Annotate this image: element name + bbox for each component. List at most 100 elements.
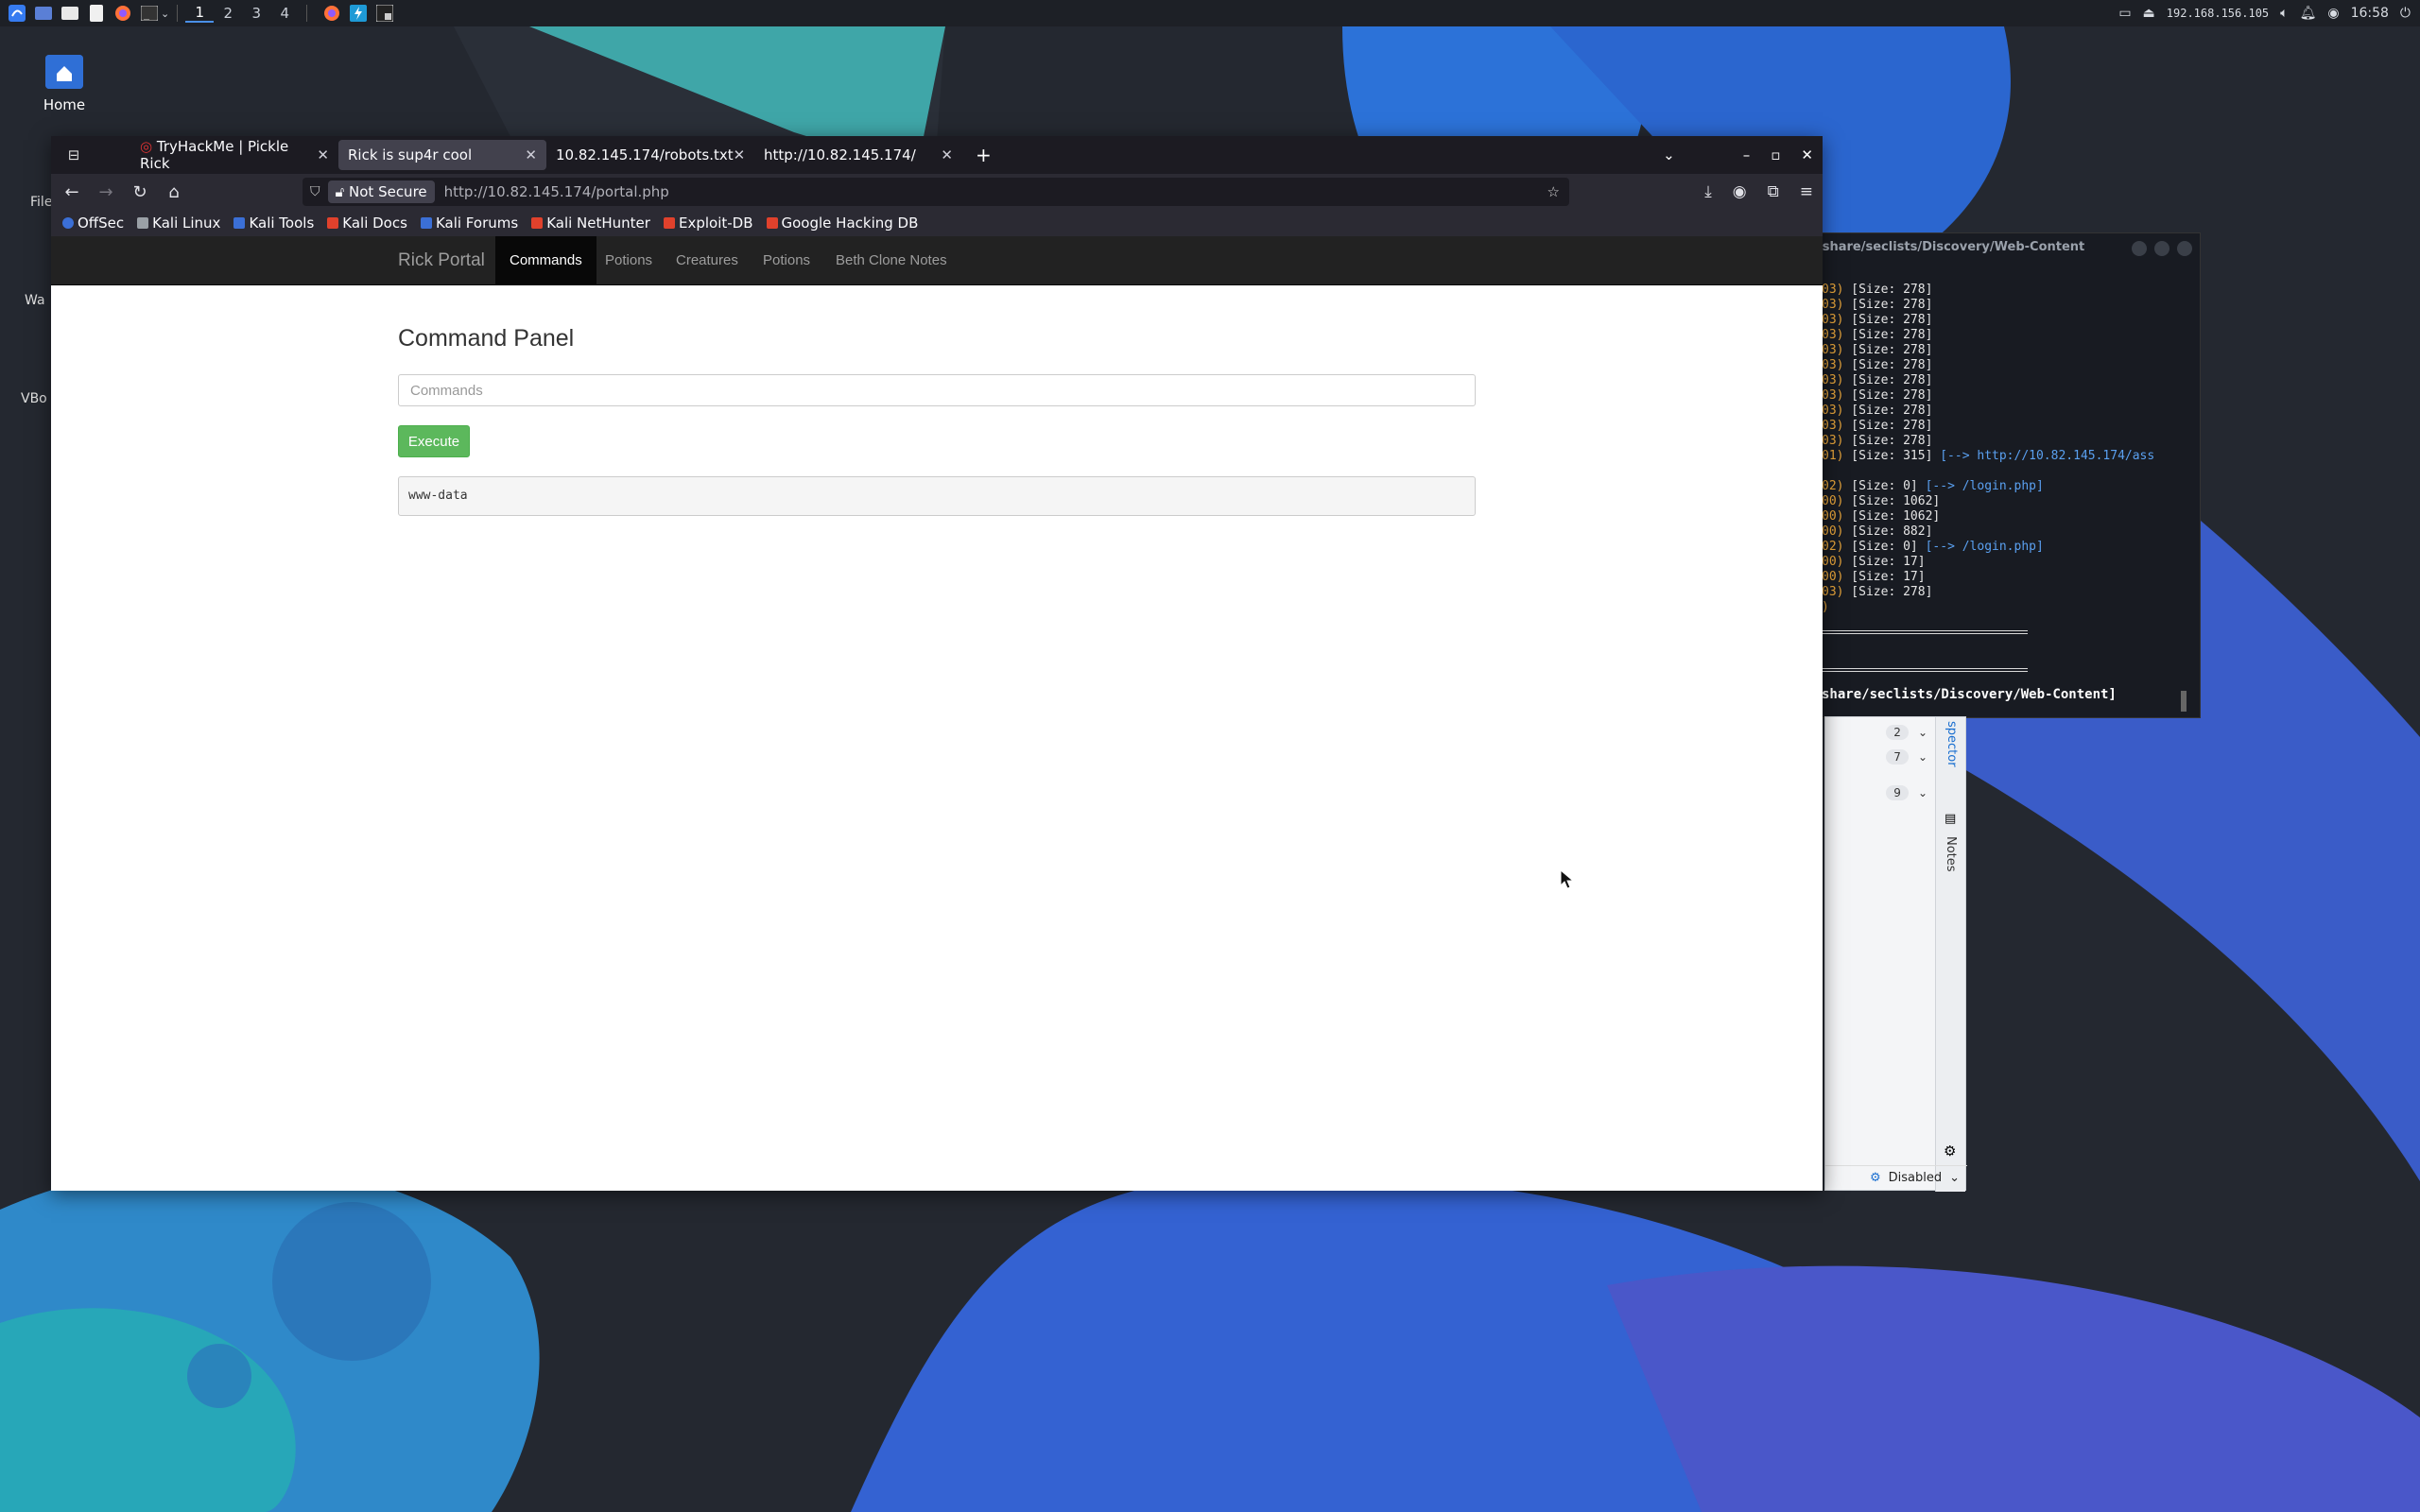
bookmark-exploit-db[interactable]: Exploit-DB [663, 215, 753, 232]
maximize-button[interactable]: ▫ [1771, 146, 1780, 163]
commands-input[interactable] [398, 374, 1476, 406]
downloads-icon[interactable]: ⤓ [1704, 182, 1712, 201]
notes-icon: ▤ [1945, 812, 1957, 826]
close-window-button[interactable]: ✕ [1801, 146, 1813, 163]
file-manager-icon[interactable] [60, 4, 79, 23]
terminal-taskbar-icon[interactable] [375, 4, 394, 23]
home-icon[interactable]: ⌂ [157, 182, 191, 202]
bookmark-label: Kali Tools [249, 215, 315, 232]
side-panel-row[interactable]: 9 ⌄ [1825, 778, 1937, 808]
close-tab-icon[interactable]: ✕ [525, 146, 537, 163]
tab-label: http://10.82.145.174/ [764, 146, 916, 163]
size-text: [Size: 278] [1843, 388, 1933, 403]
tracking-shield-icon[interactable]: ⛉ [310, 184, 320, 199]
list-all-tabs-icon[interactable]: ⌄ [1663, 146, 1675, 163]
system-tray: ▭ ⏏ 192.168.156.105 🔈︎ 🔔︎ ◉ 16:58 ⏻ [2118, 0, 2420, 26]
terminal-line: 02) [Size: 0] [--> /login.php] [1822, 479, 2200, 494]
settings-gear-icon[interactable]: ⚙ [1944, 1143, 1956, 1160]
volume-icon[interactable]: 🔈︎ [2280, 6, 2288, 21]
tab-tryhackme[interactable]: ◎ TryHackMe | Pickle Rick ✕ [130, 138, 338, 172]
mouse-cursor-icon [1560, 869, 1575, 889]
top-panel: _ ⌄ 1 2 3 4 ▭ ⏏ 192.168.156.105 🔈︎ 🔔︎ ◉ … [0, 0, 2420, 26]
launcher-dropdown-icon[interactable]: ⌄ [161, 8, 169, 20]
close-tab-icon[interactable]: ✕ [317, 146, 329, 163]
side-panel-row[interactable]: 7 ⌄ [1825, 742, 1937, 772]
redirect-text: [--> http://10.82.145.174/ass [1932, 449, 2155, 463]
new-tab-button[interactable]: + [976, 144, 992, 166]
power-status-icon[interactable]: ◉ [2327, 6, 2339, 21]
terminal-minimize-button[interactable] [2132, 241, 2147, 256]
size-text: [Size: 278] [1843, 434, 1933, 448]
terminal-prompt: share/seclists/Discovery/Web-Content] [1822, 687, 2117, 702]
workspace-3[interactable]: 3 [242, 5, 270, 22]
status-code: 00) [1822, 509, 1844, 524]
chevron-down-icon[interactable]: ⌄ [1918, 726, 1927, 739]
bookmark-kali-forums[interactable]: Kali Forums [420, 215, 519, 232]
chevron-down-icon[interactable]: ⌄ [1918, 786, 1927, 799]
size-text: [Size: 0] [1843, 540, 1918, 554]
window-icon[interactable]: ▭ [2118, 6, 2131, 21]
nav-commands[interactable]: Commands [495, 236, 596, 285]
menu-hamburger-icon[interactable]: ≡ [1800, 182, 1813, 201]
bookmark-label: Kali Forums [435, 215, 519, 232]
security-indicator[interactable]: 🔓︎ Not Secure [327, 180, 435, 203]
show-desktop-icon[interactable] [34, 4, 53, 23]
notification-bell-icon[interactable]: 🔔︎ [2300, 6, 2317, 21]
extensions-icon[interactable]: ⧉ [1768, 182, 1779, 201]
terminal-scrollbar[interactable] [2181, 691, 2187, 712]
size-text: [Size: 278] [1843, 343, 1933, 357]
nav-potions[interactable]: Potions [591, 236, 666, 285]
site-brand[interactable]: Rick Portal [398, 236, 485, 285]
firefox-launcher-icon[interactable] [113, 4, 132, 23]
execute-button[interactable]: Execute [398, 425, 470, 457]
firefox-taskbar-icon[interactable] [322, 4, 341, 23]
close-tab-icon[interactable]: ✕ [734, 146, 746, 163]
home-folder-icon[interactable] [45, 55, 83, 89]
status-code: 03) [1822, 585, 1844, 599]
chevron-down-icon[interactable]: ⌄ [1918, 750, 1927, 764]
account-icon[interactable]: ◉ [1733, 182, 1747, 201]
workspace-2[interactable]: 2 [214, 5, 242, 22]
power-icon[interactable]: ⏻ [2400, 6, 2411, 21]
burp-taskbar-icon[interactable] [349, 4, 368, 23]
status-code: ) [1822, 600, 1829, 614]
workspace-1[interactable]: 1 [185, 4, 215, 23]
kali-menu-icon[interactable] [8, 4, 26, 23]
bookmark-kali-docs[interactable]: Kali Docs [327, 215, 407, 232]
reload-icon[interactable]: ↻ [123, 182, 157, 202]
size-text: [Size: 315] [1843, 449, 1933, 463]
tab-root[interactable]: http://10.82.145.174/ ✕ [754, 140, 962, 170]
nav-creatures[interactable]: Creatures [662, 236, 752, 285]
notes-tab[interactable]: Notes [1944, 836, 1958, 872]
terminal-launcher-icon[interactable]: _ [140, 4, 159, 23]
bookmark-kali-linux[interactable]: Kali Linux [137, 215, 220, 232]
network-icon[interactable]: ⏏ [2143, 6, 2155, 21]
size-text: [Size: 0] [1843, 479, 1918, 493]
url-text[interactable]: http://10.82.145.174/portal.php [444, 183, 669, 200]
tab-robots[interactable]: 10.82.145.174/robots.txt ✕ [546, 140, 754, 170]
forward-arrow-icon[interactable]: → [89, 182, 123, 202]
tab-rick-portal[interactable]: Rick is sup4r cool ✕ [338, 140, 546, 170]
bookmark-star-icon[interactable]: ☆ [1547, 183, 1560, 200]
minimize-button[interactable]: – [1743, 146, 1751, 163]
close-tab-icon[interactable]: ✕ [941, 146, 953, 163]
intercept-status[interactable]: Disabled [1889, 1171, 1942, 1185]
nav-potions-2[interactable]: Potions [749, 236, 824, 285]
bookmark-kali-nethunter[interactable]: Kali NetHunter [531, 215, 650, 232]
bookmark-kali-tools[interactable]: Kali Tools [233, 215, 314, 232]
chevron-down-icon[interactable]: ⌄ [1949, 1171, 1960, 1185]
workspace-4[interactable]: 4 [270, 5, 299, 22]
tab-overview-icon[interactable]: ⊟ [55, 146, 93, 163]
back-arrow-icon[interactable]: ← [55, 182, 89, 202]
terminal-window[interactable]: /share/seclists/Discovery/Web-Content 03… [1811, 232, 2201, 718]
text-editor-icon[interactable] [87, 4, 106, 23]
terminal-line: 03) [Size: 278] [1822, 343, 2200, 358]
nav-beth-clone-notes[interactable]: Beth Clone Notes [821, 236, 961, 285]
terminal-maximize-button[interactable] [2154, 241, 2169, 256]
inspector-tab[interactable]: spector [1945, 721, 1959, 767]
bookmark-google-hacking-db[interactable]: Google Hacking DB [766, 215, 918, 232]
terminal-close-button[interactable] [2177, 241, 2192, 256]
bookmark-offsec[interactable]: OffSec [62, 215, 124, 232]
url-bar[interactable]: ⛉ 🔓︎ Not Secure http://10.82.145.174/por… [302, 178, 1569, 206]
status-code: 03) [1822, 343, 1844, 357]
